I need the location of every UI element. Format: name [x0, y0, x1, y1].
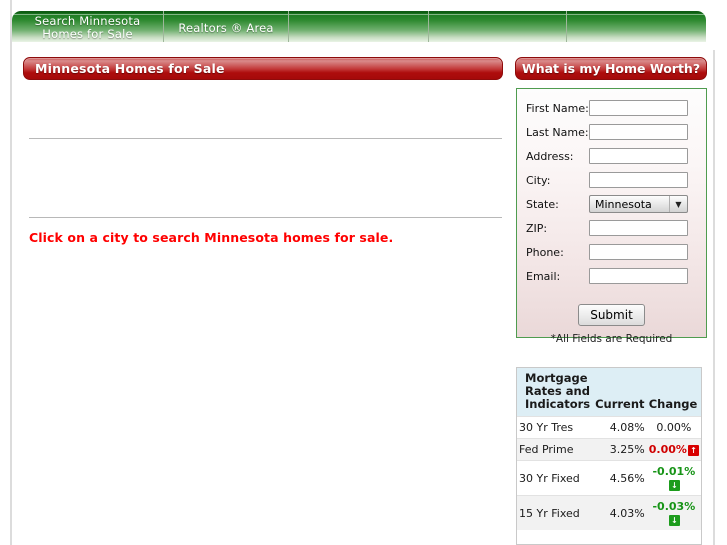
last-name-label: Last Name: [526, 125, 589, 139]
rate-change-value: -0.03% [652, 500, 696, 513]
rate-change: -0.01% ↓ [646, 460, 701, 496]
email-field[interactable] [589, 268, 688, 284]
form-row-address: Address: [517, 144, 706, 168]
nav-item-empty-5[interactable] [567, 11, 706, 42]
form-row-email: Email: [517, 264, 706, 288]
phone-label: Phone: [526, 245, 564, 259]
table-row: Fed Prime 3.25% 0.00% ↑ [517, 438, 701, 461]
divider-bottom [29, 217, 502, 219]
form-row-zip: ZIP: [517, 216, 706, 240]
content-area: Minnesota Homes for Sale Click on a city… [12, 52, 713, 545]
rate-change-value: 0.00% [656, 421, 692, 434]
table-row: 15 Yr Fixed 4.03% -0.03% ↓ [517, 495, 701, 530]
first-name-field[interactable] [589, 100, 688, 116]
form-row-phone: Phone: [517, 240, 706, 264]
city-field[interactable] [589, 172, 688, 188]
arrow-down-icon: ↓ [668, 479, 680, 491]
nav-item-empty-4[interactable] [429, 11, 567, 42]
zip-field[interactable] [589, 220, 688, 236]
page-frame: Search Minnesota Homes for Sale Realtors… [0, 0, 727, 545]
state-select[interactable]: Minnesota ▼ [589, 195, 688, 213]
nav-item-label: Search Minnesota Homes for Sale [34, 14, 141, 41]
rate-current: 3.25% [593, 438, 647, 461]
instruction-text: Click on a city to search Minnesota home… [29, 230, 394, 245]
mortgage-rates-table: Mortgage Rates and Indicators Current Ch… [516, 367, 702, 545]
rate-change: -0.03% ↓ [646, 495, 701, 530]
table-row: 30 Yr Fixed 4.56% -0.01% ↓ [517, 460, 701, 496]
rate-change-value: 0.00% [648, 443, 687, 456]
nav-item-realtors-area[interactable]: Realtors ® Area [164, 11, 289, 42]
page-title: Minnesota Homes for Sale [35, 61, 225, 76]
rates-header-current: Current [593, 368, 647, 417]
rate-current: 4.56% [593, 460, 647, 496]
rate-name: Fed Prime [517, 438, 594, 461]
email-label: Email: [526, 269, 561, 283]
minnesota-homes-title-band[interactable]: Minnesota Homes for Sale [23, 57, 503, 80]
rate-change: 0.00% ↑ [646, 438, 701, 461]
rates-header-change: Change [646, 368, 701, 417]
table-row: 30 Yr Tres 4.08% 0.00% [517, 416, 701, 439]
submit-row: Submit [517, 304, 706, 326]
home-worth-title: What is my Home Worth? [521, 61, 701, 76]
arrow-up-icon: ↑ [687, 444, 699, 456]
state-select-value: Minnesota [595, 197, 652, 211]
divider-top [29, 138, 502, 140]
city-label: City: [526, 173, 551, 187]
rate-name: 30 Yr Fixed [517, 460, 594, 496]
zip-label: ZIP: [526, 221, 548, 235]
form-row-last-name: Last Name: [517, 120, 706, 144]
state-label: State: [526, 197, 559, 211]
rates-header-name: Mortgage Rates and Indicators [517, 368, 594, 417]
nav-underline-spacer [12, 42, 706, 51]
rate-name: 30 Yr Tres [517, 416, 594, 439]
form-row-city: City: [517, 168, 706, 192]
rate-change-value: -0.01% [652, 465, 696, 478]
phone-field[interactable] [589, 244, 688, 260]
home-worth-title-band[interactable]: What is my Home Worth? [515, 57, 707, 80]
first-name-label: First Name: [526, 101, 589, 115]
form-row-state: State: Minnesota ▼ [517, 192, 706, 216]
rate-change: 0.00% [646, 416, 701, 439]
form-row-first-name: First Name: [517, 96, 706, 120]
rate-current: 4.08% [593, 416, 647, 439]
rate-current: 4.03% [593, 495, 647, 530]
page-border-right [713, 50, 715, 545]
home-worth-form: First Name: Last Name: Address: City: St [516, 88, 707, 345]
address-label: Address: [526, 149, 574, 163]
address-field[interactable] [589, 148, 688, 164]
table-header-row: Mortgage Rates and Indicators Current Ch… [517, 368, 701, 417]
required-fields-note: *All Fields are Required [550, 333, 673, 345]
submit-button[interactable]: Submit [578, 304, 645, 326]
last-name-field[interactable] [589, 124, 688, 140]
nav-item-search-homes[interactable]: Search Minnesota Homes for Sale [12, 11, 164, 42]
main-navigation-bar: Search Minnesota Homes for Sale Realtors… [12, 11, 706, 42]
nav-item-label: Realtors ® Area [178, 20, 274, 35]
arrow-down-icon: ↓ [668, 514, 680, 526]
nav-item-empty-3[interactable] [289, 11, 429, 42]
left-column: Minnesota Homes for Sale Click on a city… [12, 52, 505, 545]
rate-name: 15 Yr Fixed [517, 495, 594, 530]
chevron-down-icon[interactable]: ▼ [669, 196, 687, 212]
right-column: What is my Home Worth? First Name: Last … [505, 52, 713, 545]
